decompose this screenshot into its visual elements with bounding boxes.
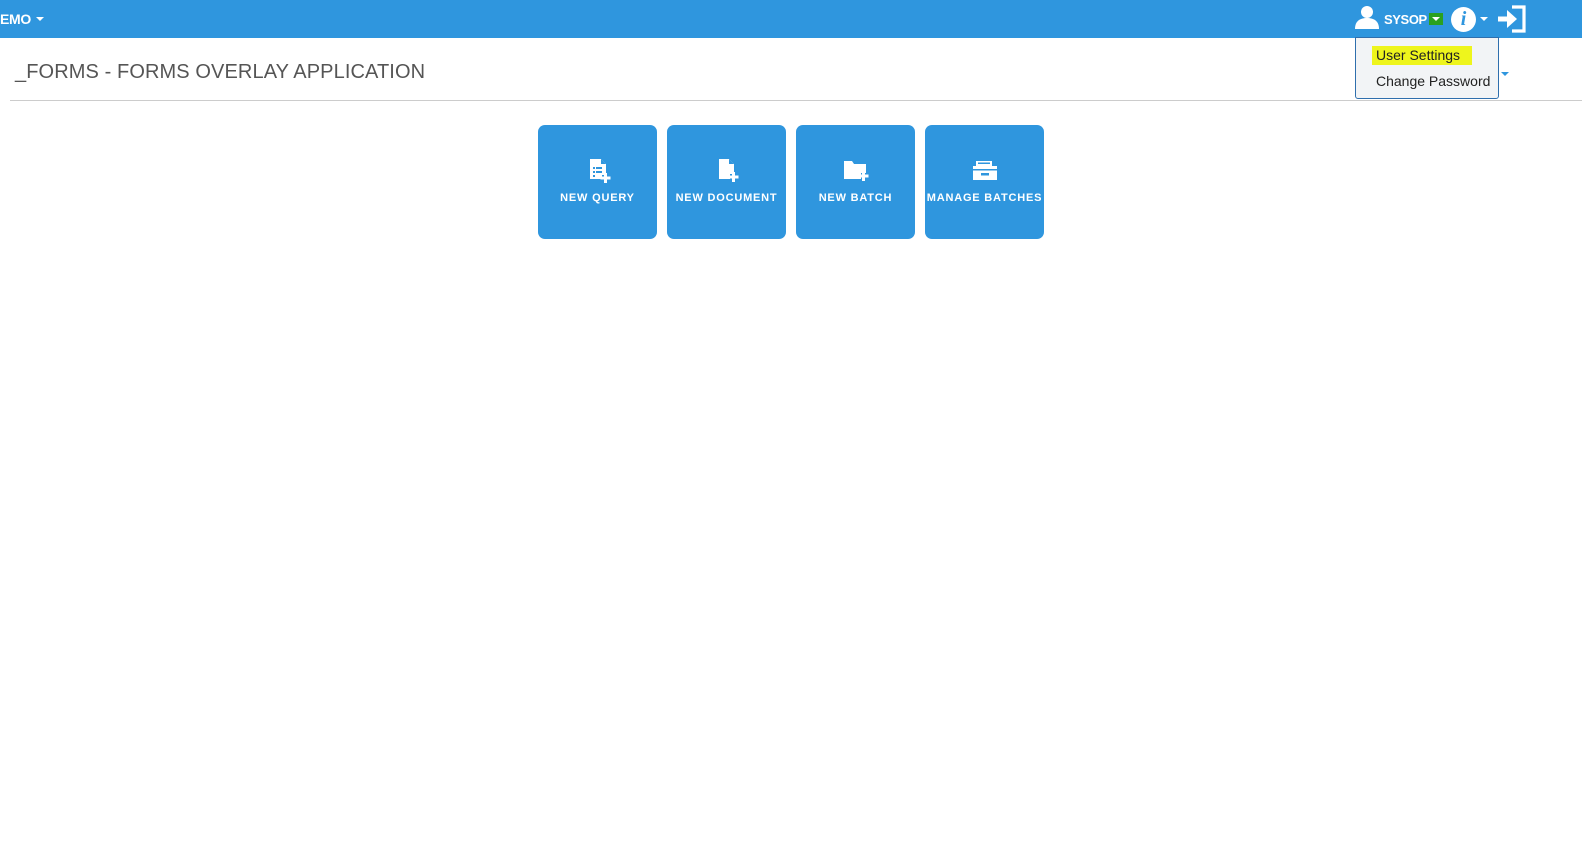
action-tiles: NEW QUERY NEW DOCUMENT NEW BATCH MANAGE … — [538, 125, 1044, 239]
manage-batches-icon — [972, 161, 997, 180]
page-title: _FORMS - FORMS OVERLAY APPLICATION — [15, 61, 426, 83]
user-dropdown-caret[interactable] — [1428, 13, 1443, 25]
tile-label: NEW DOCUMENT — [675, 192, 778, 204]
new-document-tile[interactable]: NEW DOCUMENT — [667, 125, 786, 239]
info-icon: i — [1451, 6, 1476, 32]
chevron-down-icon — [36, 17, 44, 21]
environment-menu[interactable]: EMO — [0, 9, 44, 29]
user-dropdown-menu: User Settings Change Password — [1355, 37, 1499, 99]
tile-label: MANAGE BATCHES — [926, 192, 1043, 204]
chevron-down-icon — [1480, 17, 1488, 21]
menu-item-label: Change Password — [1376, 73, 1491, 89]
chevron-down-icon[interactable] — [1501, 72, 1509, 76]
user-name: SYSOP — [1384, 11, 1427, 27]
logout-icon — [1498, 5, 1526, 33]
new-document-icon — [718, 159, 738, 182]
tile-label: NEW BATCH — [818, 192, 893, 204]
tile-label: NEW QUERY — [560, 192, 635, 204]
info-menu-toggle[interactable]: i — [1451, 5, 1488, 33]
new-batch-tile[interactable]: NEW BATCH — [796, 125, 915, 239]
menu-item-change-password[interactable]: Change Password — [1376, 73, 1490, 89]
top-navbar: EMO SYSOP i — [0, 0, 1582, 38]
logout-button[interactable] — [1497, 5, 1527, 33]
info-glyph: i — [1460, 8, 1467, 30]
menu-item-user-settings[interactable]: User Settings — [1372, 46, 1473, 65]
title-divider — [10, 100, 1582, 101]
user-menu-toggle[interactable]: SYSOP — [1354, 5, 1443, 33]
new-batch-icon — [843, 161, 868, 181]
new-query-tile[interactable]: NEW QUERY — [538, 125, 657, 239]
manage-batches-tile[interactable]: MANAGE BATCHES — [925, 125, 1044, 239]
user-icon — [1354, 4, 1380, 35]
chevron-down-icon — [1431, 17, 1440, 21]
environment-label: EMO — [0, 11, 31, 27]
new-query-icon — [589, 159, 610, 183]
menu-item-label: User Settings — [1372, 46, 1473, 65]
